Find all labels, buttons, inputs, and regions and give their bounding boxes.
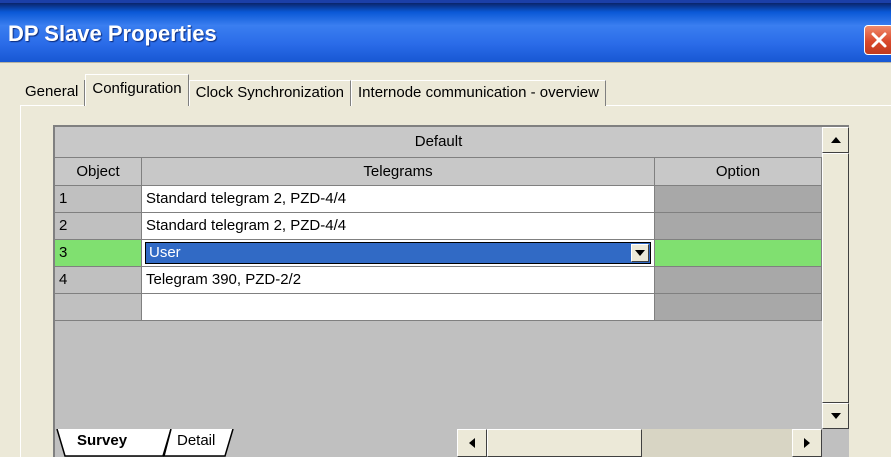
dropdown-button[interactable] [631, 244, 649, 262]
tab-configuration[interactable]: Configuration [85, 74, 189, 106]
scroll-left-button[interactable] [457, 429, 487, 457]
telegram-dropdown[interactable]: User [145, 242, 651, 264]
window-title: DP Slave Properties [8, 21, 217, 46]
scroll-up-button[interactable] [822, 127, 849, 153]
row-3-object[interactable]: 3 [55, 240, 142, 267]
arrow-down-icon [830, 413, 841, 419]
chevron-down-icon [635, 250, 645, 256]
telegram-dropdown-value: User [149, 244, 181, 261]
tab-strip: General Configuration Clock Synchronizat… [19, 74, 606, 106]
row-4-telegram[interactable]: Telegram 390, PZD-2/2 [142, 267, 655, 294]
scroll-right-button[interactable] [792, 429, 822, 457]
vertical-scroll-thumb[interactable] [822, 153, 849, 403]
row-5-telegram[interactable] [142, 294, 655, 321]
row-4-object[interactable]: 4 [55, 267, 142, 294]
row-5-option[interactable] [655, 294, 822, 321]
row-5-object[interactable] [55, 294, 142, 321]
row-2-object[interactable]: 2 [55, 213, 142, 240]
sheet-tab-detail[interactable]: Detail [167, 429, 225, 455]
row-1-telegram[interactable]: Standard telegram 2, PZD-4/4 [142, 186, 655, 213]
arrow-left-icon [469, 438, 475, 448]
close-icon [871, 32, 887, 48]
column-header-object[interactable]: Object [55, 158, 142, 186]
column-header-option[interactable]: Option [655, 158, 822, 186]
arrow-up-icon [830, 137, 841, 143]
row-1-object[interactable]: 1 [55, 186, 142, 213]
row-2-telegram[interactable]: Standard telegram 2, PZD-4/4 [142, 213, 655, 240]
tab-internode-communication[interactable]: Internode communication - overview [351, 80, 606, 106]
scroll-down-button[interactable] [822, 403, 849, 429]
vertical-scrollbar[interactable] [822, 127, 849, 429]
arrow-right-icon [804, 438, 810, 448]
row-4-option[interactable] [655, 267, 822, 294]
horizontal-scrollbar[interactable] [457, 429, 822, 457]
row-2-option[interactable] [655, 213, 822, 240]
row-3-option[interactable] [655, 240, 822, 267]
row-1-option[interactable] [655, 186, 822, 213]
horizontal-scroll-thumb[interactable] [487, 429, 642, 457]
column-header-telegrams[interactable]: Telegrams [142, 158, 655, 186]
close-button[interactable] [864, 25, 891, 55]
tab-general[interactable]: General [19, 80, 86, 106]
group-header: Default [55, 127, 822, 158]
sheet-tab-survey[interactable]: Survey [67, 429, 137, 455]
tab-clock-synchronization[interactable]: Clock Synchronization [188, 80, 352, 106]
